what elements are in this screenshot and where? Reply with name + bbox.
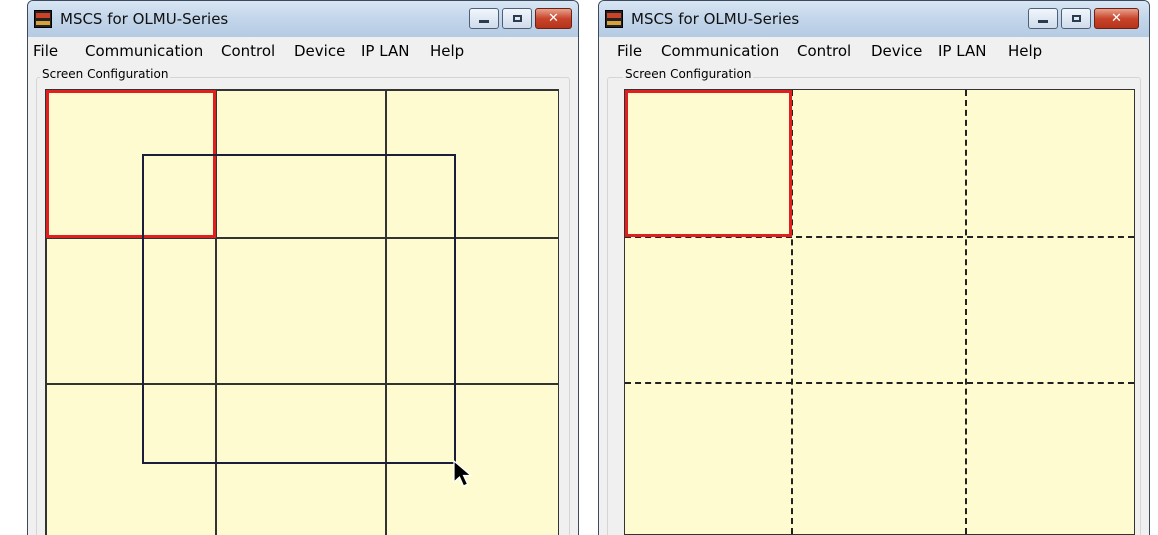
maximize-icon [1071, 15, 1081, 22]
menu-device[interactable]: Device [871, 42, 922, 60]
group-label: Screen Configuration [40, 67, 171, 81]
screen-cell-1-1-selected[interactable] [625, 90, 792, 237]
menu-communication[interactable]: Communication [661, 42, 779, 60]
close-icon: ✕ [548, 11, 559, 26]
menu-file[interactable]: File [617, 42, 642, 60]
grid-divider-vertical [965, 90, 967, 534]
menu-bar: File Communication Control Device IP LAN… [28, 37, 578, 65]
client-area: Screen Configuration [28, 65, 578, 535]
mouse-pointer-icon [453, 459, 473, 487]
group-label: Screen Configuration [623, 67, 754, 81]
close-button[interactable]: ✕ [535, 8, 572, 29]
grid-divider-horizontal [625, 382, 1134, 384]
minimize-icon [1038, 20, 1048, 23]
menu-control[interactable]: Control [797, 42, 851, 60]
screen-grid[interactable] [624, 89, 1135, 535]
maximize-button[interactable] [502, 8, 532, 29]
close-button[interactable]: ✕ [1094, 8, 1139, 29]
menu-help[interactable]: Help [1008, 42, 1042, 60]
menu-control[interactable]: Control [221, 42, 275, 60]
menu-communication[interactable]: Communication [85, 42, 203, 60]
drag-selection-rectangle [142, 154, 456, 464]
screen-grid[interactable] [45, 89, 559, 535]
menu-bar: File Communication Control Device IP LAN… [599, 37, 1149, 65]
close-icon: ✕ [1111, 11, 1122, 26]
menu-ip-lan[interactable]: IP LAN [938, 42, 986, 60]
window-title: MSCS for OLMU-Series [60, 10, 229, 28]
window-title: MSCS for OLMU-Series [631, 10, 800, 28]
title-bar[interactable]: MSCS for OLMU-Series ✕ [599, 1, 1149, 37]
right-window: MSCS for OLMU-Series ✕ File Communicatio… [598, 0, 1150, 535]
app-icon[interactable] [605, 10, 623, 28]
menu-device[interactable]: Device [294, 42, 345, 60]
title-bar[interactable]: MSCS for OLMU-Series ✕ [28, 1, 578, 37]
minimize-button[interactable] [1028, 8, 1058, 29]
app-icon[interactable] [34, 10, 52, 28]
maximize-icon [512, 15, 522, 22]
client-area: Screen Configuration [599, 65, 1149, 535]
minimize-button[interactable] [469, 8, 499, 29]
menu-help[interactable]: Help [430, 42, 464, 60]
menu-file[interactable]: File [33, 42, 58, 60]
menu-ip-lan[interactable]: IP LAN [361, 42, 409, 60]
minimize-icon [479, 20, 489, 23]
left-window: MSCS for OLMU-Series ✕ File Communicatio… [27, 0, 579, 535]
maximize-button[interactable] [1061, 8, 1091, 29]
